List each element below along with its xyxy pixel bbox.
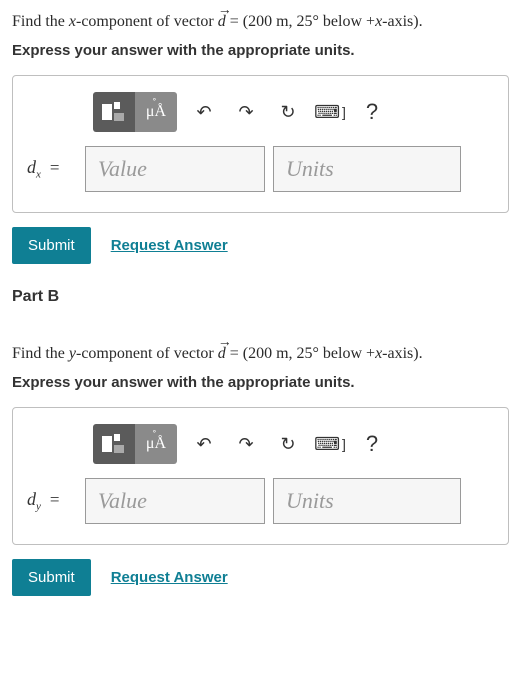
- q-mid: -component of vector: [76, 345, 218, 362]
- units-label: μÅ: [146, 435, 166, 452]
- button-row-a: Submit Request Answer: [12, 227, 509, 264]
- equals-sign: =: [50, 158, 60, 177]
- q-pre: Find the: [12, 13, 69, 30]
- reset-icon: ↻: [280, 102, 295, 123]
- lhs-var: d: [27, 157, 36, 177]
- help-button[interactable]: ?: [351, 424, 393, 464]
- part-b: Find the y-component of vector →d = (200…: [12, 342, 509, 596]
- value-placeholder: Value: [98, 488, 147, 514]
- value-placeholder: Value: [98, 156, 147, 182]
- q-end: -axis).: [382, 13, 422, 30]
- redo-button[interactable]: ↷: [225, 424, 267, 464]
- vector-arrow-icon: →: [218, 332, 226, 353]
- reset-button[interactable]: ↻: [267, 424, 309, 464]
- question-text-a: Find the x-component of vector →d = (200…: [12, 10, 509, 34]
- redo-icon: ↷: [238, 434, 253, 455]
- q-end: -axis).: [382, 345, 422, 362]
- request-answer-link-a[interactable]: Request Answer: [111, 237, 228, 254]
- template-units-group: ∘ μÅ: [93, 92, 177, 132]
- request-answer-link-b[interactable]: Request Answer: [111, 569, 228, 586]
- units-input-a[interactable]: Units: [273, 146, 461, 192]
- templates-icon: [101, 101, 127, 123]
- template-units-group: ∘ μÅ: [93, 424, 177, 464]
- input-row-a: dx = Value Units: [27, 146, 494, 192]
- q-mid: -component of vector: [76, 13, 218, 30]
- vector-d: →d: [218, 10, 226, 34]
- vector-d: →d: [218, 342, 226, 366]
- lhs-sub: x: [36, 169, 41, 181]
- redo-icon: ↷: [238, 102, 253, 123]
- vector-arrow-icon: →: [218, 0, 226, 21]
- question-text-b: Find the y-component of vector →d = (200…: [12, 342, 509, 366]
- value-input-a[interactable]: Value: [85, 146, 265, 192]
- reset-button[interactable]: ↻: [267, 92, 309, 132]
- q-var: x: [69, 13, 76, 30]
- answer-box-b: ∘ μÅ ↶ ↷ ↻ ⌨] ? dy = Value Units: [12, 407, 509, 545]
- q-post: = (200 m, 25° below +: [226, 13, 375, 30]
- help-icon: ?: [366, 431, 378, 457]
- keyboard-icon: ⌨: [314, 434, 340, 455]
- templates-icon: [101, 433, 127, 455]
- units-placeholder: Units: [286, 156, 334, 182]
- part-a: Find the x-component of vector →d = (200…: [12, 10, 509, 264]
- input-row-b: dy = Value Units: [27, 478, 494, 524]
- keyboard-button[interactable]: ⌨]: [309, 92, 351, 132]
- q-post: = (200 m, 25° below +: [226, 345, 375, 362]
- sub-instruction-b: Express your answer with the appropriate…: [12, 374, 509, 391]
- reset-icon: ↻: [280, 434, 295, 455]
- units-placeholder: Units: [286, 488, 334, 514]
- lhs-label-b: dy =: [27, 489, 77, 513]
- undo-icon: ↶: [196, 102, 211, 123]
- units-input-b[interactable]: Units: [273, 478, 461, 524]
- units-button[interactable]: ∘ μÅ: [135, 424, 177, 464]
- submit-button-a[interactable]: Submit: [12, 227, 91, 264]
- lhs-var: d: [27, 489, 36, 509]
- redo-button[interactable]: ↷: [225, 92, 267, 132]
- toolbar-a: ∘ μÅ ↶ ↷ ↻ ⌨] ?: [93, 92, 494, 132]
- undo-icon: ↶: [196, 434, 211, 455]
- lhs-label-a: dx =: [27, 157, 77, 181]
- units-label: μÅ: [146, 103, 166, 120]
- units-button[interactable]: ∘ μÅ: [135, 92, 177, 132]
- value-input-b[interactable]: Value: [85, 478, 265, 524]
- toolbar-b: ∘ μÅ ↶ ↷ ↻ ⌨] ?: [93, 424, 494, 464]
- undo-button[interactable]: ↶: [183, 92, 225, 132]
- button-row-b: Submit Request Answer: [12, 559, 509, 596]
- undo-button[interactable]: ↶: [183, 424, 225, 464]
- templates-button[interactable]: [93, 92, 135, 132]
- help-icon: ?: [366, 99, 378, 125]
- part-b-header: Part B: [12, 288, 509, 306]
- lhs-sub: y: [36, 501, 41, 513]
- submit-button-b[interactable]: Submit: [12, 559, 91, 596]
- q-pre: Find the: [12, 345, 69, 362]
- q-var: y: [69, 345, 76, 362]
- answer-box-a: ∘ μÅ ↶ ↷ ↻ ⌨] ? dx = Value Units: [12, 75, 509, 213]
- sub-instruction-a: Express your answer with the appropriate…: [12, 42, 509, 59]
- templates-button[interactable]: [93, 424, 135, 464]
- equals-sign: =: [50, 490, 60, 509]
- keyboard-button[interactable]: ⌨]: [309, 424, 351, 464]
- help-button[interactable]: ?: [351, 92, 393, 132]
- keyboard-icon: ⌨: [314, 102, 340, 123]
